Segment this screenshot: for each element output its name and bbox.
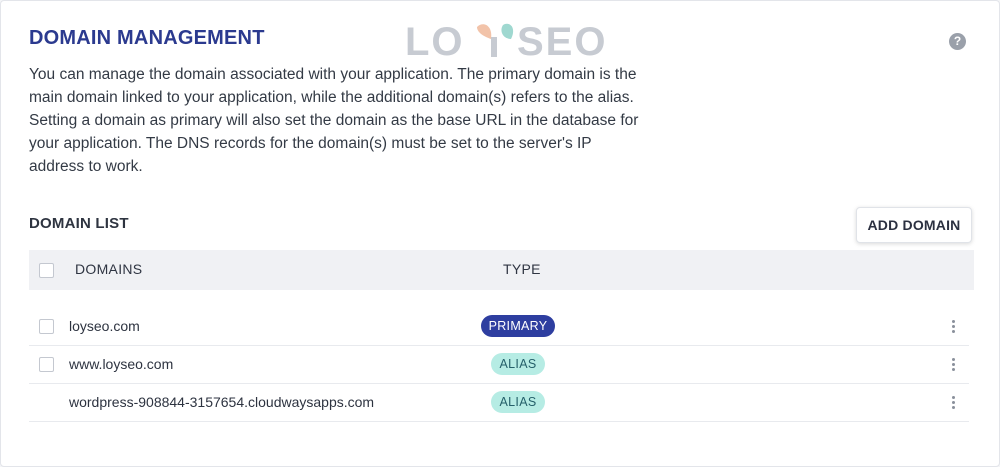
select-all-checkbox[interactable] xyxy=(39,263,54,278)
domain-name: www.loyseo.com xyxy=(69,356,174,372)
domain-table-header: DOMAINS TYPE xyxy=(29,250,974,290)
add-domain-button[interactable]: ADD DOMAIN xyxy=(856,207,972,243)
column-header-type: TYPE xyxy=(503,261,541,277)
domain-list-title: DOMAIN LIST xyxy=(29,215,129,232)
type-badge-alias: ALIAS xyxy=(491,391,545,413)
type-badge-alias: ALIAS xyxy=(491,353,545,375)
domain-name: loyseo.com xyxy=(69,318,140,334)
table-row: loyseo.com PRIMARY xyxy=(29,308,969,346)
help-icon[interactable]: ? xyxy=(949,33,966,50)
svg-text:SEO: SEO xyxy=(517,20,605,63)
more-options-icon[interactable] xyxy=(947,391,959,413)
more-options-icon[interactable] xyxy=(947,315,959,337)
row-checkbox[interactable] xyxy=(39,319,54,334)
row-checkbox[interactable] xyxy=(39,357,54,372)
table-row: wordpress-908844-3157654.cloudwaysapps.c… xyxy=(29,384,969,422)
domain-name: wordpress-908844-3157654.cloudwaysapps.c… xyxy=(69,394,375,410)
description-text: You can manage the domain associated wit… xyxy=(29,66,639,175)
type-badge-primary: PRIMARY xyxy=(481,315,555,337)
column-header-domains: DOMAINS xyxy=(75,261,143,277)
more-options-icon[interactable] xyxy=(947,353,959,375)
table-row: www.loyseo.com ALIAS xyxy=(29,346,969,384)
domain-management-card: DOMAIN MANAGEMENT LO SEO ? You can manag… xyxy=(0,0,1000,467)
loyseo-logo-graphic: LO SEO xyxy=(405,20,605,63)
page-title: DOMAIN MANAGEMENT xyxy=(29,27,265,49)
loyseo-watermark-logo: LO SEO xyxy=(405,17,605,63)
svg-text:LO: LO xyxy=(405,20,465,63)
